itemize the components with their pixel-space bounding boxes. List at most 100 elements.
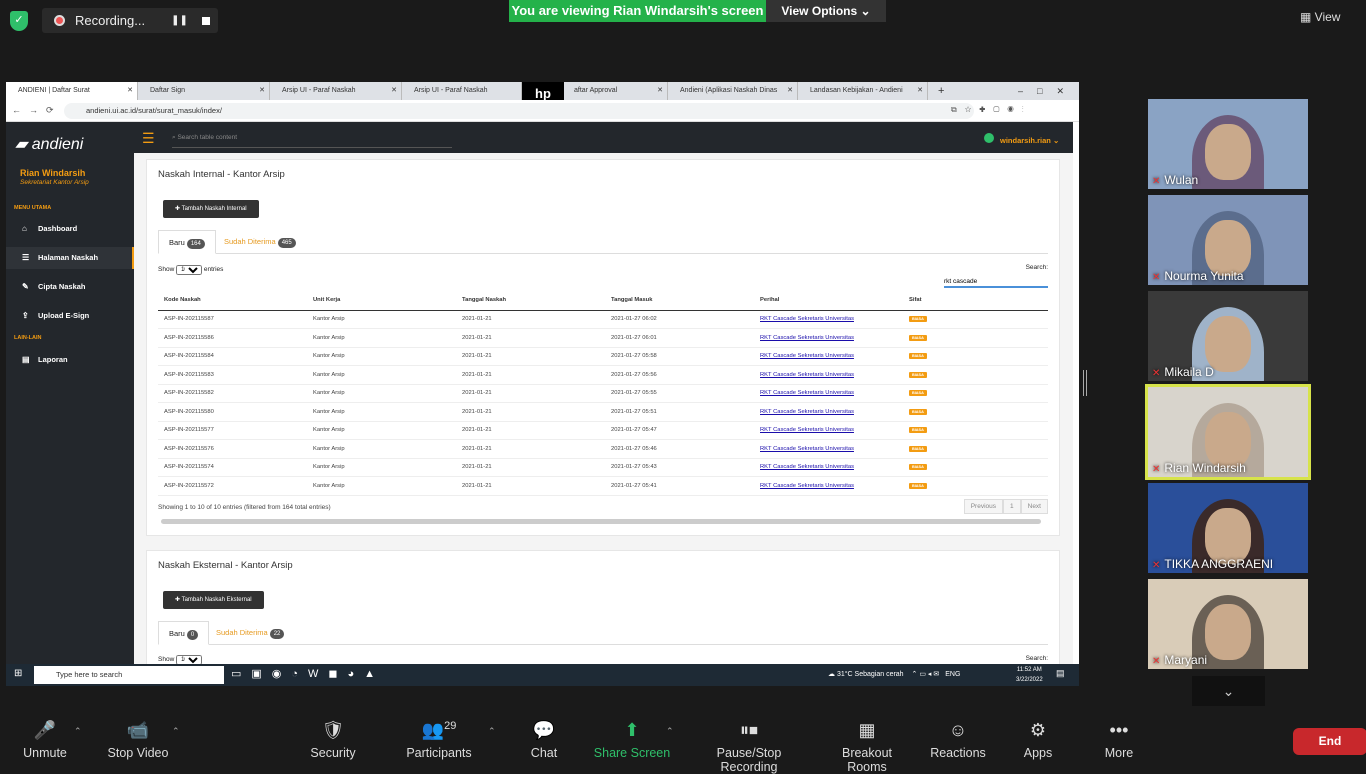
close-icon[interactable]: ✕: [391, 82, 397, 100]
video-tile[interactable]: ✕ Mikaila D: [1148, 291, 1308, 381]
nav-buttons-icon[interactable]: ←→⟳: [12, 105, 62, 116]
close-icon[interactable]: ✕: [259, 82, 265, 100]
tab-paraf-naskah-1[interactable]: Arsip UI - Paraf Naskah ✕: [270, 82, 402, 100]
caret-up-icon[interactable]: ⌃: [488, 726, 496, 737]
table-row[interactable]: ASP-IN-202115586 Kantor Arsip 2021-01-21 20…: [158, 328, 1048, 348]
sidebar-item-halaman-naskah[interactable]: ☰ Halaman Naskah: [6, 247, 134, 269]
close-icon[interactable]: ✕: [127, 82, 133, 100]
security-shield-icon[interactable]: ✓: [10, 11, 28, 31]
document-icon: ▤: [22, 355, 30, 364]
previous-button[interactable]: Previous: [963, 499, 1003, 514]
cell-perihal-link[interactable]: RKT Cascade Sekretaris Universitas: [754, 365, 903, 385]
chat-button[interactable]: 💬 Chat: [520, 706, 568, 768]
table-search-input[interactable]: ⌕ Search table content: [172, 128, 452, 148]
caret-up-icon[interactable]: ⌃: [74, 726, 82, 737]
cell-perihal-link[interactable]: RKT Cascade Sekretaris Universitas: [754, 476, 903, 496]
stop-icon[interactable]: [201, 16, 210, 25]
tab-daftar-sign[interactable]: Daftar Sign ✕: [138, 82, 270, 100]
tab-andieni-daftar-surat[interactable]: ANDIENI | Daftar Surat ✕: [6, 82, 138, 100]
caret-up-icon[interactable]: ⌃: [666, 726, 674, 737]
col-tanggal-masuk[interactable]: Tanggal Masuk: [605, 291, 754, 311]
reactions-button[interactable]: ☺ Reactions: [928, 706, 988, 768]
cell-perihal-link[interactable]: RKT Cascade Sekretaris Universitas: [754, 310, 903, 329]
sidebar-item-laporan[interactable]: ▤ Laporan: [6, 349, 134, 371]
close-icon[interactable]: ✕: [657, 82, 663, 100]
add-external-button[interactable]: ✚ Tambah Naskah Eksternal: [163, 591, 264, 609]
hamburger-icon[interactable]: ☰: [142, 130, 155, 147]
extensions-icon[interactable]: ⧉☆✚▢◉⋮: [951, 105, 1032, 115]
security-button[interactable]: 🛡 Security: [302, 706, 364, 768]
cell-perihal-link[interactable]: RKT Cascade Sekretaris Universitas: [754, 328, 903, 348]
cell-perihal-link[interactable]: RKT Cascade Sekretaris Universitas: [754, 421, 903, 440]
taskbar-apps-icon[interactable]: ▭▣◉◔W◼◕▲: [231, 667, 385, 680]
stop-video-button[interactable]: 📹 Stop Video: [100, 706, 176, 768]
view-button[interactable]: ▦ View: [1300, 10, 1340, 24]
col-unit-kerja[interactable]: Unit Kerja: [307, 291, 456, 311]
next-button[interactable]: Next: [1020, 499, 1048, 514]
url-input[interactable]: andieni.ui.ac.id/surat/surat_masuk/index…: [64, 103, 974, 119]
breakout-rooms-button[interactable]: ▦ Breakout Rooms: [822, 706, 912, 774]
new-tab-button[interactable]: +: [932, 82, 952, 100]
video-tile[interactable]: ✕ Maryani: [1148, 579, 1308, 669]
add-internal-button[interactable]: ✚ Tambah Naskah Internal: [163, 200, 259, 218]
table-row[interactable]: ASP-IN-202115582 Kantor Arsip 2021-01-21 20…: [158, 384, 1048, 403]
caret-up-icon[interactable]: ⌃: [172, 726, 180, 737]
table-row[interactable]: ASP-IN-202115577 Kantor Arsip 2021-01-21 20…: [158, 421, 1048, 440]
col-perihal[interactable]: Perihal: [754, 291, 903, 311]
table-row[interactable]: ASP-IN-202115580 Kantor Arsip 2021-01-21 20…: [158, 402, 1048, 422]
table-row[interactable]: ASP-IN-202115572 Kantor Arsip 2021-01-21 20…: [158, 476, 1048, 496]
participants-button[interactable]: 👥29 Participants: [400, 706, 478, 768]
table-row[interactable]: ASP-IN-202115587 Kantor Arsip 2021-01-21 20…: [158, 310, 1048, 329]
entries-select[interactable]: 10: [176, 655, 203, 664]
apps-button[interactable]: ⚙ Apps: [1018, 706, 1058, 768]
page-1-button[interactable]: 1: [1003, 499, 1021, 514]
search-input[interactable]: [944, 276, 1048, 288]
col-kode-naskah[interactable]: Kode Naskah: [158, 291, 307, 311]
tab-sudah-diterima[interactable]: Sudah Diterima 22: [206, 621, 294, 645]
video-tile[interactable]: ✕ TIKKA ANGGRAENI: [1148, 483, 1308, 573]
table-row[interactable]: ASP-IN-202115584 Kantor Arsip 2021-01-21 20…: [158, 347, 1048, 366]
unmute-button[interactable]: 🎤 Unmute: [14, 706, 76, 768]
tab-paraf-naskah-2[interactable]: Arsip UI - Paraf Naskah: [402, 82, 522, 100]
pause-stop-recording-button[interactable]: ⏸⏹ Pause/Stop Recording: [688, 706, 810, 774]
share-screen-button[interactable]: ⬆ Share Screen: [592, 706, 672, 768]
cell-perihal-link[interactable]: RKT Cascade Sekretaris Universitas: [754, 347, 903, 366]
notifications-icon[interactable]: ▤: [1056, 668, 1065, 679]
table-row[interactable]: ASP-IN-202115576 Kantor Arsip 2021-01-21 20…: [158, 439, 1048, 459]
col-sifat[interactable]: Sifat: [903, 291, 1048, 311]
col-tanggal-naskah[interactable]: Tanggal Naskah: [456, 291, 605, 311]
cell-perihal-link[interactable]: RKT Cascade Sekretaris Universitas: [754, 458, 903, 477]
sidebar-item-dashboard[interactable]: ⌂ Dashboard: [6, 218, 134, 240]
splitter-handle[interactable]: [1083, 370, 1087, 396]
window-controls[interactable]: –□✕: [1006, 82, 1079, 100]
table-row[interactable]: ASP-IN-202115583 Kantor Arsip 2021-01-21 20…: [158, 365, 1048, 385]
taskbar-search[interactable]: Type here to search: [34, 666, 224, 684]
horizontal-scrollbar[interactable]: [161, 519, 1041, 524]
pause-icon[interactable]: ❚❚: [171, 15, 188, 26]
cell-perihal-link[interactable]: RKT Cascade Sekretaris Universitas: [754, 384, 903, 403]
user-menu[interactable]: windarsih.rian ⌄: [984, 133, 1059, 145]
more-button[interactable]: ••• More: [1098, 706, 1140, 768]
sidebar-item-cipta-naskah[interactable]: ✎ Cipta Naskah: [6, 276, 134, 298]
video-tile[interactable]: ✕ Rian Windarsih: [1145, 384, 1311, 480]
cell-perihal-link[interactable]: RKT Cascade Sekretaris Universitas: [754, 402, 903, 422]
end-button[interactable]: End: [1293, 728, 1366, 755]
video-tile[interactable]: ✕ Wulan: [1148, 99, 1308, 189]
entries-select[interactable]: 10: [176, 265, 203, 275]
tab-andieni-aplikasi[interactable]: Andieni (Aplikasi Naskah Dinas ✕: [668, 82, 798, 100]
close-icon[interactable]: ✕: [917, 82, 923, 100]
close-icon[interactable]: ✕: [787, 82, 793, 100]
view-options-button[interactable]: View Options ⌄: [766, 0, 886, 22]
tab-landasan-kebijakan[interactable]: Landasan Kebijakan - Andieni ✕: [798, 82, 928, 100]
tab-baru[interactable]: Baru 0: [158, 621, 210, 645]
windows-start-icon[interactable]: ⊞: [14, 668, 22, 679]
chevron-down-icon[interactable]: ⌄: [1192, 676, 1265, 706]
cell-perihal-link[interactable]: RKT Cascade Sekretaris Universitas: [754, 439, 903, 459]
tab-daftar-approval[interactable]: aftar Approval ✕: [562, 82, 668, 100]
tray-icons[interactable]: ⌃ ▭ ◂ ✉: [912, 671, 940, 678]
sidebar-item-upload-esign[interactable]: ⇪ Upload E-Sign: [6, 305, 134, 327]
video-tile[interactable]: ✕ Nourma Yunita: [1148, 195, 1308, 285]
table-row[interactable]: ASP-IN-202115574 Kantor Arsip 2021-01-21 20…: [158, 458, 1048, 477]
tab-sudah-diterima[interactable]: Sudah Diterima 465: [214, 230, 306, 254]
tab-baru[interactable]: Baru 164: [158, 230, 216, 254]
